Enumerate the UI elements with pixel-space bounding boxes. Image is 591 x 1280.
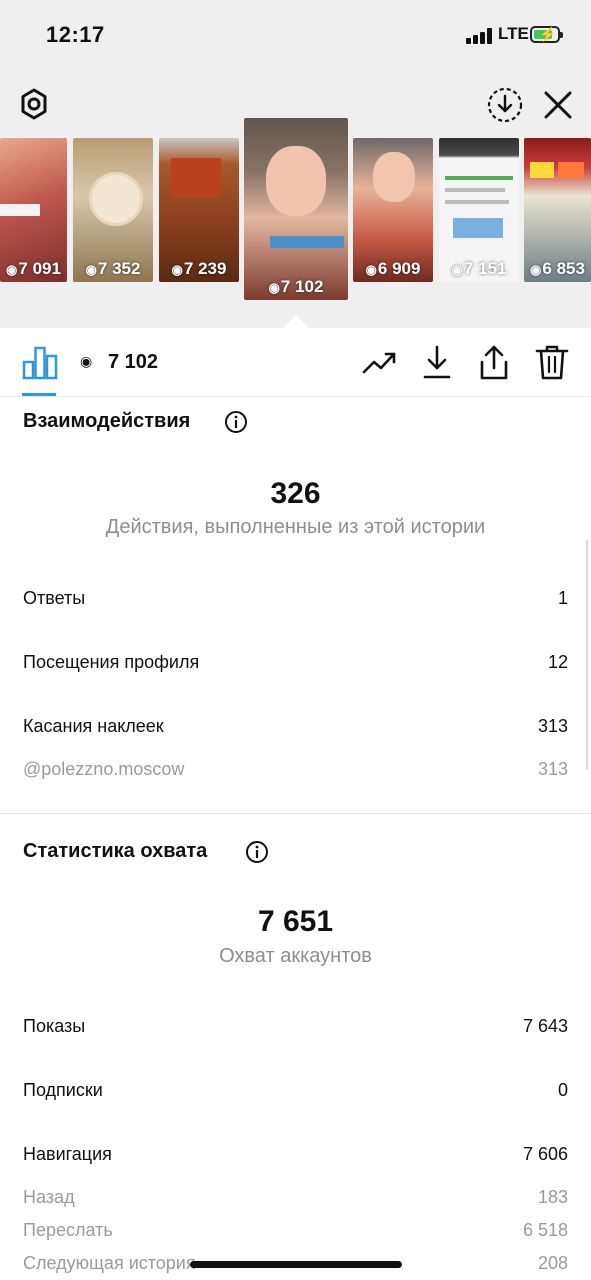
selected-story-pointer bbox=[282, 315, 310, 329]
settings-icon bbox=[21, 88, 47, 120]
settings-button[interactable] bbox=[16, 86, 52, 122]
reach-title: Статистика охвата bbox=[23, 840, 208, 862]
trash-icon bbox=[535, 345, 569, 380]
interactions-info-button[interactable] bbox=[224, 410, 248, 434]
sticker-taps-label: Касания наклеек bbox=[23, 716, 164, 736]
reach-total-label: Охват аккаунтов bbox=[219, 945, 372, 967]
follows-label: Подписки bbox=[23, 1080, 103, 1100]
stats-tab[interactable] bbox=[22, 344, 58, 380]
home-indicator[interactable] bbox=[190, 1261, 402, 1268]
battery-icon: ⚡ bbox=[530, 26, 563, 43]
interactions-total: 326 bbox=[270, 477, 321, 510]
reach-info-button[interactable] bbox=[245, 840, 269, 864]
share-button[interactable] bbox=[476, 344, 512, 380]
forward-value: 6 518 bbox=[522, 1220, 568, 1240]
interactions-title: Взаимодействия bbox=[23, 410, 191, 432]
eye-icon: ◉ bbox=[80, 353, 93, 369]
story-views: ◉7 151 bbox=[451, 259, 507, 278]
next-story-label: Следующая история bbox=[23, 1253, 196, 1273]
eye-icon: ◉ bbox=[268, 280, 280, 295]
next-story-value: 208 bbox=[537, 1253, 568, 1273]
save-story-button[interactable] bbox=[486, 86, 524, 124]
mention-sticker-value: 313 bbox=[537, 759, 568, 779]
insights-trend-button[interactable] bbox=[362, 344, 398, 380]
mention-sticker-label: @polezzno.moscow bbox=[23, 759, 185, 779]
impressions-label: Показы bbox=[23, 1016, 86, 1036]
story-views: ◉6 909 bbox=[365, 259, 421, 278]
info-icon bbox=[246, 841, 268, 863]
eye-icon: ◉ bbox=[171, 262, 183, 277]
download-button[interactable] bbox=[419, 344, 455, 380]
eye-icon: ◉ bbox=[530, 262, 542, 277]
bar-chart-icon bbox=[22, 346, 58, 380]
network-label: LTE bbox=[498, 24, 529, 43]
story-thumbnail[interactable]: ◉7 352 bbox=[73, 138, 153, 282]
section-divider bbox=[0, 813, 591, 814]
status-bar: 12:17 LTE ⚡ bbox=[0, 0, 591, 72]
eye-icon: ◉ bbox=[451, 262, 463, 277]
story-toolbar: ◉ 7 102 bbox=[0, 328, 591, 397]
reach-total: 7 651 bbox=[257, 905, 334, 938]
profile-visits-label: Посещения профиля bbox=[23, 652, 200, 672]
story-views: ◉7 352 bbox=[85, 259, 141, 278]
close-button[interactable] bbox=[539, 86, 577, 124]
delete-button[interactable] bbox=[534, 344, 570, 380]
story-views: ◉7 102 bbox=[268, 277, 324, 296]
eye-icon: ◉ bbox=[85, 262, 97, 277]
story-thumbnail[interactable]: ◉7 239 bbox=[159, 138, 239, 282]
eye-icon: ◉ bbox=[6, 262, 18, 277]
close-icon bbox=[544, 91, 572, 119]
story-views: ◉6 853 bbox=[530, 259, 585, 278]
story-thumbnail[interactable]: ◉7 091 bbox=[0, 138, 67, 282]
back-label: Назад bbox=[23, 1187, 75, 1207]
profile-visits-value: 12 bbox=[547, 652, 568, 672]
impressions-value: 7 643 bbox=[522, 1016, 568, 1036]
interactions-total-label: Действия, выполненные из этой истории bbox=[105, 516, 486, 538]
signal-icon bbox=[466, 28, 492, 44]
story-views: ◉7 091 bbox=[6, 259, 61, 278]
story-views: ◉7 239 bbox=[171, 259, 227, 278]
navigation-value: 7 606 bbox=[522, 1144, 568, 1164]
download-icon bbox=[423, 345, 451, 379]
share-icon bbox=[480, 345, 508, 380]
back-value: 183 bbox=[537, 1187, 568, 1207]
navigation-label: Навигация bbox=[23, 1144, 112, 1164]
sticker-taps-value: 313 bbox=[537, 716, 568, 736]
follows-value: 0 bbox=[557, 1080, 568, 1100]
replies-label: Ответы bbox=[23, 588, 86, 608]
forward-label: Переслать bbox=[23, 1220, 113, 1240]
active-tab-indicator bbox=[22, 393, 56, 396]
story-thumbnail-selected[interactable]: ◉7 102 bbox=[244, 118, 348, 300]
view-count: 7 102 bbox=[108, 351, 159, 373]
info-icon bbox=[225, 411, 247, 433]
scroll-indicator[interactable] bbox=[586, 540, 588, 770]
clock: 12:17 bbox=[46, 22, 105, 47]
story-thumbnail[interactable]: ◉7 151 bbox=[439, 138, 519, 282]
story-carousel-area: ◉7 091 ◉7 352 ◉7 239 ◉7 102 ◉6 909 ◉7 15… bbox=[0, 72, 591, 329]
story-thumbnail[interactable]: ◉6 853 bbox=[524, 138, 591, 282]
trending-icon bbox=[362, 352, 396, 374]
download-circle-icon bbox=[487, 87, 523, 123]
story-thumbnail[interactable]: ◉6 909 bbox=[353, 138, 433, 282]
replies-value: 1 bbox=[557, 588, 568, 608]
eye-icon: ◉ bbox=[365, 262, 377, 277]
